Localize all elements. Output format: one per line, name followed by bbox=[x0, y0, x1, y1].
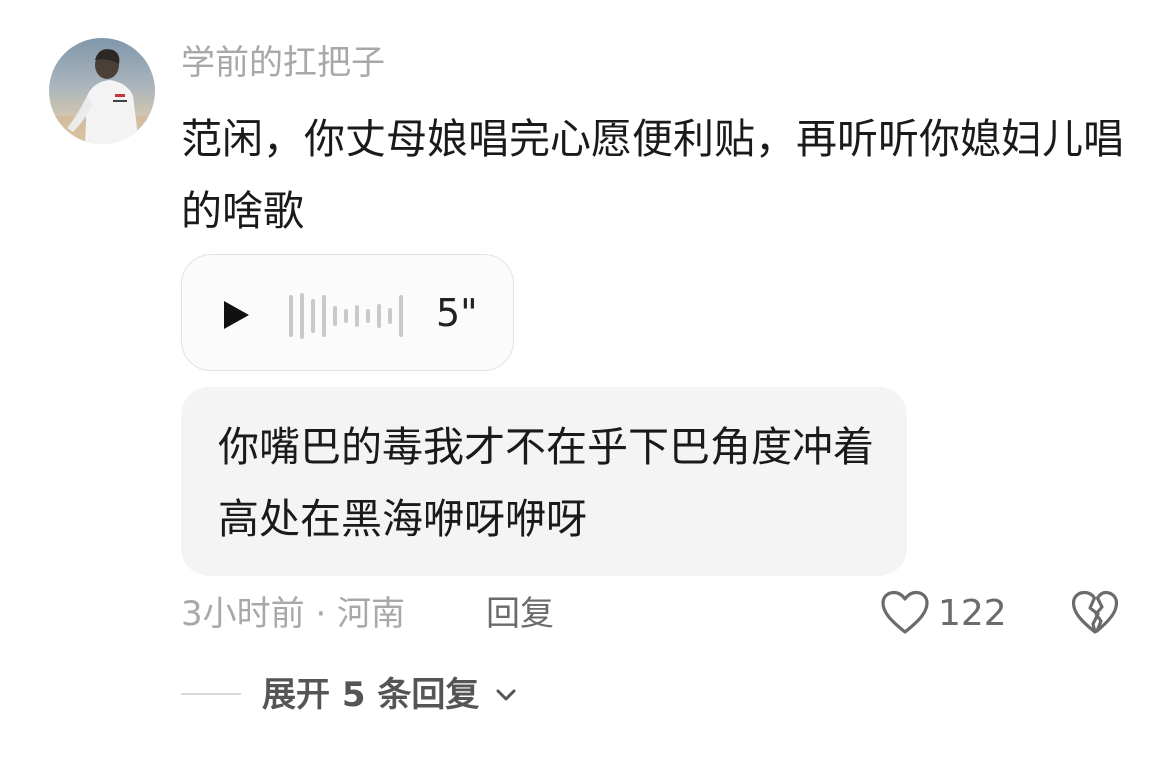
quoted-lyrics-text: 你嘴巴的毒我才不在乎下巴角度冲着高处在黑海咿呀咿呀 bbox=[218, 423, 874, 543]
play-icon[interactable] bbox=[222, 299, 252, 331]
heart-outline-icon[interactable] bbox=[880, 590, 930, 636]
expand-replies-button[interactable]: 展开 5 条回复 bbox=[262, 669, 517, 721]
like-count: 122 bbox=[938, 593, 1007, 634]
broken-heart-icon[interactable] bbox=[1071, 590, 1119, 636]
reply-button[interactable]: 回复 bbox=[486, 588, 554, 640]
expand-replies-label: 展开 5 条回复 bbox=[262, 675, 480, 715]
avatar[interactable] bbox=[49, 38, 155, 144]
waveform-icon bbox=[289, 293, 403, 339]
avatar-image bbox=[49, 49, 155, 144]
comment-item: 学前的扛把子 范闲，你丈母娘唱完心愿便利贴，再听听你媳妇儿唱的啥歌 5" 你嘴巴… bbox=[0, 0, 1170, 758]
voice-message[interactable]: 5" bbox=[181, 254, 514, 371]
voice-duration: 5" bbox=[436, 291, 478, 335]
comment-text: 范闲，你丈母娘唱完心愿便利贴，再听听你媳妇儿唱的啥歌 bbox=[181, 115, 1124, 235]
comment-meta: 3小时前 · 河南 bbox=[181, 594, 406, 634]
expand-divider bbox=[181, 693, 241, 695]
username[interactable]: 学前的扛把子 bbox=[181, 38, 385, 88]
chevron-down-icon bbox=[496, 689, 516, 700]
quoted-lyrics-card: 你嘴巴的毒我才不在乎下巴角度冲着高处在黑海咿呀咿呀 bbox=[181, 387, 907, 576]
